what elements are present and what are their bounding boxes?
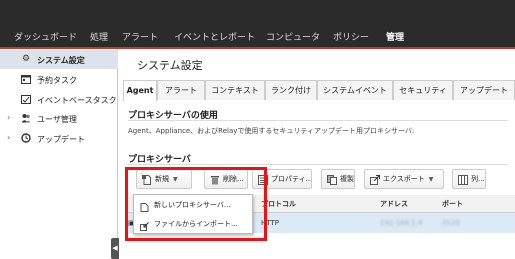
- nav-item-administration[interactable]: 管理: [386, 30, 404, 43]
- chevron-right-icon[interactable]: ›: [7, 113, 10, 122]
- columns-button[interactable]: 列...: [452, 169, 486, 189]
- properties-button[interactable]: プロパティ...: [252, 169, 312, 189]
- sidebar-item-label: アップデート: [37, 135, 85, 144]
- update-icon: [21, 133, 31, 143]
- copy-icon: [327, 174, 337, 185]
- new-dropdown-menu: 新しいプロキシサーバ... ファイルからインポート...: [133, 194, 253, 234]
- sidebar-item-label: イベントベースタスク: [37, 96, 117, 105]
- settings-tabs: Agent アラート コンテキスト ランク付け システムイベント セキュリティ …: [123, 80, 515, 101]
- nav-item-computers[interactable]: コンピュータ: [266, 30, 320, 43]
- trash-icon: [210, 174, 220, 185]
- top-nav-bar: ダッシュボード 処理 アラート イベントとレポート コンピュータ ポリシー 管理: [0, 0, 515, 49]
- new-document-icon: [140, 201, 149, 212]
- new-button[interactable]: 新規 ▼: [136, 169, 192, 189]
- delete-button[interactable]: 削除...: [204, 169, 248, 189]
- menu-item-label: ファイルからインポート...: [154, 220, 238, 228]
- menu-item-label: 新しいプロキシサーバ...: [154, 201, 231, 209]
- tab-ranking[interactable]: ランク付け: [265, 80, 317, 100]
- nav-item-dashboard[interactable]: ダッシュボード: [14, 30, 77, 43]
- proxy-usage-description: Agent、Appliance、およびRelayで使用するセキュリティアップデー…: [128, 127, 415, 135]
- section-divider: [128, 120, 508, 121]
- duplicate-button[interactable]: 複製: [321, 169, 355, 189]
- menu-item-new-proxy[interactable]: 新しいプロキシサーバ...: [134, 196, 252, 215]
- sidebar-item-label: 予約タスク: [37, 76, 77, 85]
- sidebar: ⚙ システム設定 予約タスク イベントベースタスク › ユーザ管理 › アップデ…: [0, 49, 118, 259]
- chevron-right-icon[interactable]: ›: [7, 133, 10, 142]
- tab-system-events[interactable]: システムイベント: [317, 80, 393, 100]
- chevron-down-icon: ▼: [173, 176, 178, 183]
- nav-item-actions[interactable]: 処理: [90, 30, 108, 43]
- menu-item-import-from-file[interactable]: ファイルからインポート...: [134, 215, 252, 234]
- main-panel: システム設定 Agent アラート コンテキスト ランク付け システムイベント …: [119, 49, 515, 259]
- tab-security[interactable]: セキュリティ: [393, 80, 453, 100]
- tab-context[interactable]: コンテキスト: [205, 80, 265, 100]
- columns-icon: [458, 174, 468, 185]
- export-button-label: エクスポート: [383, 175, 425, 183]
- cell-address: 192.168.1.4: [380, 219, 423, 227]
- calendar-icon: [21, 74, 31, 84]
- column-header-protocol[interactable]: プロトコル: [261, 199, 296, 209]
- sidebar-item-system-settings[interactable]: ⚙ システム設定: [0, 50, 118, 69]
- properties-icon: [258, 174, 268, 185]
- gear-icon: ⚙: [21, 54, 31, 64]
- new-document-icon: [142, 174, 152, 185]
- sidebar-item-scheduled-tasks[interactable]: 予約タスク: [0, 70, 118, 89]
- sidebar-item-event-based-tasks[interactable]: イベントベースタスク: [0, 90, 118, 109]
- export-icon: [370, 174, 380, 185]
- event-task-icon: [21, 94, 31, 104]
- columns-button-label: 列...: [471, 175, 485, 183]
- properties-button-label: プロパティ...: [271, 175, 312, 183]
- sidebar-collapse-handle[interactable]: ◀: [111, 238, 119, 259]
- tab-updates[interactable]: アップデート: [453, 80, 515, 100]
- users-icon: [21, 113, 31, 123]
- cell-port: 3128: [442, 219, 460, 227]
- nav-item-alerts[interactable]: アラート: [122, 30, 158, 43]
- column-header-address[interactable]: アドレス: [380, 199, 408, 209]
- cell-protocol: HTTP: [261, 219, 279, 227]
- sidebar-item-label: ユーザ管理: [37, 115, 77, 124]
- duplicate-button-label: 複製: [340, 175, 354, 183]
- sidebar-item-label: システム設定: [37, 56, 85, 65]
- delete-button-label: 削除...: [223, 175, 244, 183]
- nav-item-events-reports[interactable]: イベントとレポート: [174, 30, 255, 43]
- tab-agent[interactable]: Agent: [123, 80, 157, 101]
- tab-alerts[interactable]: アラート: [157, 80, 205, 100]
- sidebar-item-user-management[interactable]: › ユーザ管理: [0, 109, 118, 128]
- proxy-toolbar: 新規 ▼ 削除... プロパティ... 複製 エクスポート ▼ 列...: [128, 169, 515, 191]
- chevron-down-icon: ▼: [428, 176, 434, 183]
- export-button[interactable]: エクスポート ▼: [364, 169, 444, 189]
- sidebar-item-updates[interactable]: › アップデート: [0, 129, 118, 148]
- page-title: システム設定: [137, 59, 203, 72]
- new-button-label: 新規: [155, 175, 169, 183]
- import-icon: [140, 220, 149, 231]
- section-divider: [128, 164, 508, 165]
- column-header-port[interactable]: ポート: [442, 199, 463, 209]
- nav-item-policies[interactable]: ポリシー: [333, 30, 369, 43]
